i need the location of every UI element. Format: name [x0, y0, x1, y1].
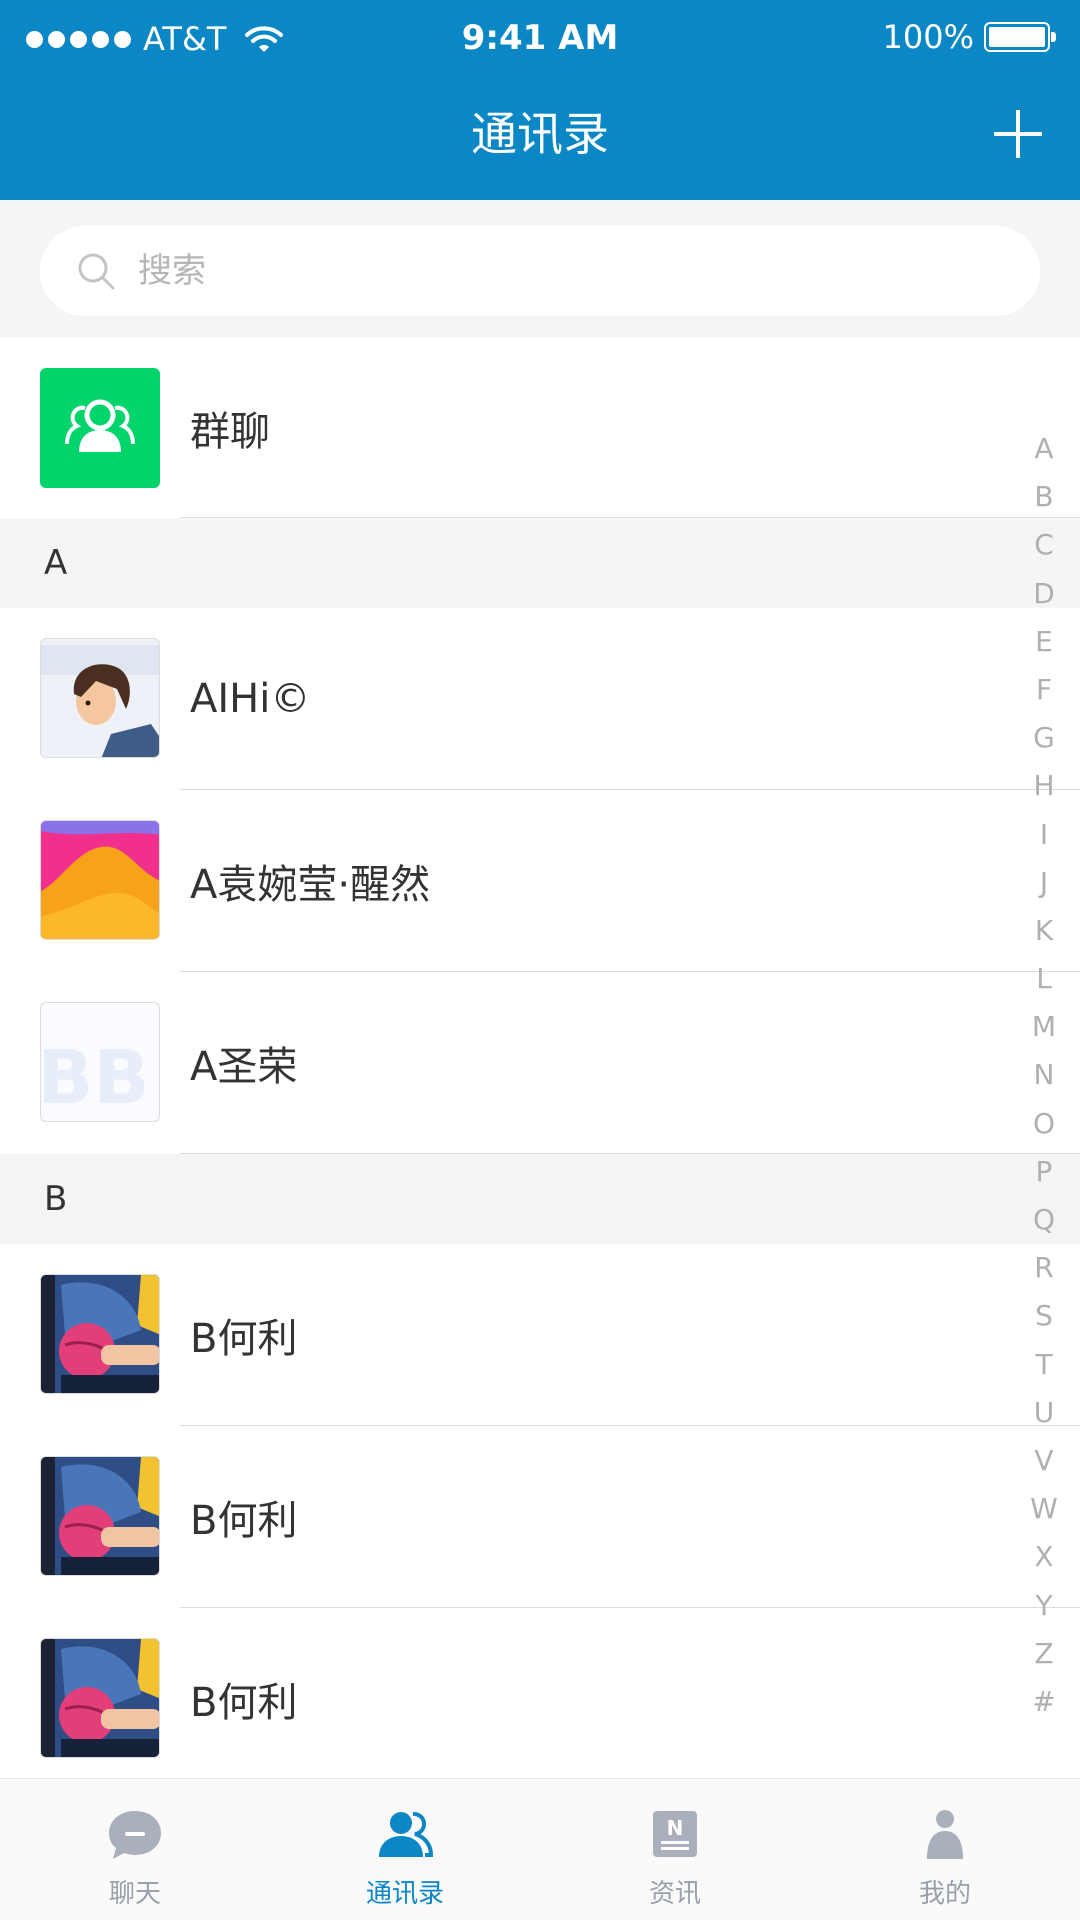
- index-letter[interactable]: A: [1026, 425, 1062, 473]
- index-letter[interactable]: G: [1026, 714, 1062, 762]
- avatar: [40, 1638, 160, 1758]
- avatar: [40, 638, 160, 758]
- chat-bubble-icon: [109, 1811, 161, 1859]
- index-letter[interactable]: H: [1026, 762, 1062, 810]
- tab-label: 资讯: [648, 1879, 701, 1909]
- search-area: [0, 200, 1080, 338]
- svg-text:N: N: [667, 1816, 684, 1840]
- index-letter[interactable]: R: [1026, 1244, 1062, 1292]
- battery-info: 100%: [882, 18, 1056, 56]
- index-letter[interactable]: Q: [1026, 1196, 1062, 1244]
- index-letter[interactable]: X: [1026, 1533, 1062, 1581]
- avatar: [40, 1274, 160, 1394]
- tab-bar: 聊天 通讯录 N 资讯 我的: [0, 1778, 1080, 1920]
- contact-name: AIHi©: [190, 676, 311, 722]
- index-letter[interactable]: F: [1026, 666, 1062, 714]
- tab-label: 通讯录: [365, 1879, 444, 1909]
- tab-me[interactable]: 我的: [810, 1779, 1080, 1920]
- index-letter[interactable]: #: [1026, 1678, 1062, 1726]
- contact-list: 群聊 A AIHi© A袁婉莹·醒然 BB A圣荣 B B何利 B何利 B何利: [0, 338, 1080, 1790]
- index-letter[interactable]: Y: [1026, 1582, 1062, 1630]
- contact-row[interactable]: B何利: [0, 1244, 1080, 1426]
- avatar: [40, 1456, 160, 1576]
- search-input[interactable]: [138, 251, 938, 291]
- search-bar[interactable]: [40, 226, 1040, 316]
- search-icon: [78, 253, 115, 290]
- section-header-b: B: [0, 1154, 1080, 1244]
- contact-row[interactable]: BB A圣荣: [0, 972, 1080, 1154]
- index-letter[interactable]: Z: [1026, 1630, 1062, 1678]
- index-letter[interactable]: T: [1026, 1341, 1062, 1389]
- index-letter[interactable]: W: [1026, 1485, 1062, 1533]
- tab-news[interactable]: N 资讯: [540, 1779, 810, 1920]
- tab-label: 我的: [918, 1879, 971, 1909]
- avatar: [40, 820, 160, 940]
- index-letter[interactable]: P: [1026, 1148, 1062, 1196]
- contacts-icon: [379, 1811, 434, 1857]
- index-letter[interactable]: J: [1026, 859, 1062, 907]
- index-letter[interactable]: U: [1026, 1389, 1062, 1437]
- index-letter[interactable]: C: [1026, 521, 1062, 569]
- index-letter[interactable]: K: [1026, 907, 1062, 955]
- contact-name: A袁婉莹·醒然: [190, 862, 431, 908]
- status-bar: AT&T 9:41 AM 100%: [0, 0, 1080, 80]
- tab-label: 聊天: [108, 1879, 161, 1909]
- index-letter[interactable]: L: [1026, 955, 1062, 1003]
- group-icon: [40, 368, 160, 488]
- contact-name: B何利: [190, 1316, 298, 1362]
- contact-name: B何利: [190, 1498, 298, 1544]
- index-letter[interactable]: D: [1026, 570, 1062, 618]
- contact-row[interactable]: A袁婉莹·醒然: [0, 790, 1080, 972]
- battery-icon: [984, 22, 1056, 52]
- section-header-a: A: [0, 518, 1080, 608]
- contact-row[interactable]: AIHi©: [0, 608, 1080, 790]
- index-letter[interactable]: E: [1026, 618, 1062, 666]
- news-icon: N: [653, 1811, 697, 1857]
- contact-row[interactable]: B何利: [0, 1608, 1080, 1790]
- tab-chat[interactable]: 聊天: [0, 1779, 270, 1920]
- battery-percentage: 100%: [882, 18, 974, 56]
- avatar: BB: [40, 1002, 160, 1122]
- tab-contacts[interactable]: 通讯录: [270, 1779, 540, 1920]
- navigation-header: AT&T 9:41 AM 100% 通讯录: [0, 0, 1080, 200]
- svg-text:BB: BB: [41, 1035, 150, 1121]
- contact-row[interactable]: B何利: [0, 1426, 1080, 1608]
- profile-icon: [927, 1810, 963, 1859]
- index-letter[interactable]: O: [1026, 1100, 1062, 1148]
- contact-name: B何利: [190, 1680, 298, 1726]
- index-letter[interactable]: S: [1026, 1292, 1062, 1340]
- group-chat-label: 群聊: [190, 409, 270, 455]
- page-title: 通讯录: [471, 107, 609, 161]
- plus-icon[interactable]: [994, 110, 1042, 158]
- group-chat-row[interactable]: 群聊: [0, 338, 1080, 518]
- index-letter[interactable]: B: [1026, 473, 1062, 521]
- index-letter[interactable]: M: [1026, 1003, 1062, 1051]
- alphabet-index[interactable]: A B C D E F G H I J K L M N O P Q R S T …: [1026, 425, 1062, 1726]
- index-letter[interactable]: N: [1026, 1051, 1062, 1099]
- contact-name: A圣荣: [190, 1044, 298, 1090]
- index-letter[interactable]: V: [1026, 1437, 1062, 1485]
- index-letter[interactable]: I: [1026, 811, 1062, 859]
